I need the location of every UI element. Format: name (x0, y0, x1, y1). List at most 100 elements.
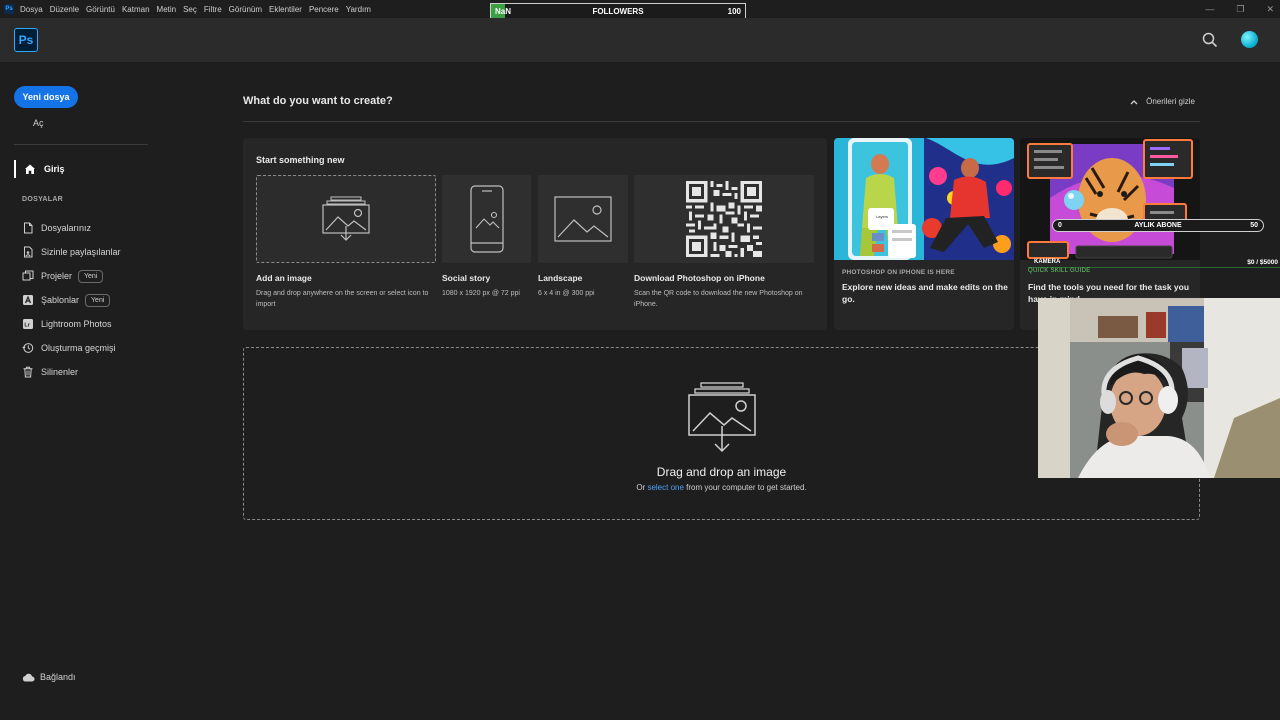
qr-code-icon (686, 181, 762, 257)
drop-zone-prefix: Or (636, 483, 646, 492)
add-image-thumb[interactable] (256, 175, 436, 263)
menu-layer[interactable]: Katman (122, 5, 150, 14)
menu-filter[interactable]: Filtre (204, 5, 222, 14)
sidebar-item-label: Lightroom Photos (41, 319, 112, 329)
sidebar-item-shared[interactable]: Sizinle paylaşılanlar (22, 240, 121, 264)
sidebar-item-deleted[interactable]: Silinenler (22, 360, 121, 384)
sidebar-item-history[interactable]: Oluşturma geçmişi (22, 336, 121, 360)
import-image-icon (322, 196, 370, 241)
card-description: 6 x 4 in @ 300 ppi (538, 290, 595, 297)
camera-label: KAMERA (1034, 259, 1061, 265)
menu-window[interactable]: Pencere (309, 5, 339, 14)
landscape-card[interactable]: Landscape 6 x 4 in @ 300 ppi (538, 175, 628, 299)
app-header: Ps (0, 18, 1280, 62)
card-title: Add an image (256, 273, 312, 283)
sidebar-item-lightroom[interactable]: Lr Lightroom Photos (22, 312, 121, 336)
menu-type[interactable]: Metin (157, 5, 177, 14)
window-controls: — ❐ ✕ (1205, 0, 1274, 18)
sidebar-item-label: Projeler (41, 271, 73, 281)
maximize-icon[interactable]: ❐ (1236, 4, 1244, 15)
sidebar-item-home[interactable]: Giriş (14, 160, 65, 178)
add-image-card[interactable]: Add an image Drag and drop anywhere on t… (256, 175, 436, 310)
lightroom-icon: Lr (23, 319, 33, 329)
templates-icon (23, 295, 33, 305)
menu-image[interactable]: Görüntü (86, 5, 115, 14)
trash-icon (23, 366, 33, 378)
start-new-title: Start something new (256, 155, 345, 165)
files-nav-list: Dosyalarınız Sizinle paylaşılanlar Proje… (22, 216, 121, 384)
shared-file-icon (24, 246, 33, 258)
sidebar: Yeni dosya Aç Giriş DOSYALAR Dosyalarını… (0, 62, 160, 720)
promo-tag: PHOTOSHOP ON IPHONE IS HERE (842, 269, 955, 276)
webcam-feed (1038, 298, 1280, 478)
sidebar-item-label: Silinenler (41, 367, 79, 377)
sidebar-divider (14, 144, 148, 145)
search-icon[interactable] (1202, 32, 1218, 48)
creative-cloud-avatar-icon[interactable] (1241, 31, 1258, 48)
promo-card-iphone[interactable]: Layers PHOTOSHOP ON IPHONE IS HERE Explo… (834, 138, 1014, 330)
hide-suggestions-button[interactable]: Önerileri gizle (1130, 97, 1195, 106)
menu-help[interactable]: Yardım (346, 5, 371, 14)
photoshop-mini-logo: Ps (4, 4, 14, 14)
card-description: 1080 x 1920 px @ 72 ppi (442, 290, 520, 297)
sidebar-item-your-files[interactable]: Dosyalarınız (22, 216, 121, 240)
menu-file[interactable]: Dosya (20, 5, 43, 14)
sidebar-item-label: Giriş (44, 164, 65, 174)
files-section-label: DOSYALAR (22, 196, 64, 203)
card-title: Social story (442, 273, 491, 283)
social-story-thumb[interactable] (442, 175, 531, 263)
promo-artwork-tiger (1020, 138, 1200, 260)
skill-guide-label: QUICK SKILL GUIDE (1028, 268, 1091, 274)
menu-edit[interactable]: Düzenle (50, 5, 79, 14)
connection-status: Bağlandı (22, 672, 76, 682)
card-description: Drag and drop anywhere on the screen or … (256, 290, 429, 308)
connection-status-label: Bağlandı (40, 672, 76, 682)
sidebar-item-templates[interactable]: Şablonlar Yeni (22, 288, 121, 312)
projects-icon (22, 270, 34, 281)
new-badge: Yeni (78, 269, 104, 283)
page-title: What do you want to create? (243, 95, 393, 107)
minimize-icon[interactable]: — (1205, 4, 1214, 14)
followers-goal: 100 (727, 6, 741, 16)
active-indicator (14, 160, 16, 178)
card-title: Landscape (538, 273, 583, 283)
promo-title: Explore new ideas and make edits on the … (842, 282, 1008, 304)
sidebar-item-label: Oluşturma geçmişi (41, 343, 116, 353)
sidebar-item-projects[interactable]: Projeler Yeni (22, 264, 121, 288)
promo-image-tools (1020, 138, 1200, 260)
history-icon (22, 343, 34, 353)
download-iphone-card[interactable]: Download Photoshop on iPhone Scan the QR… (634, 175, 814, 310)
menu-plugins[interactable]: Eklentiler (269, 5, 302, 14)
social-story-card[interactable]: Social story 1080 x 1920 px @ 72 ppi (442, 175, 531, 299)
drag-drop-image-icon (688, 382, 756, 453)
subscriber-goal-overlay: 0 AYLIK ABONE 50 (1052, 219, 1264, 232)
followers-overlay: NaN FOLLOWERS 100 (490, 3, 746, 19)
qr-thumb[interactable] (634, 175, 814, 263)
select-file-link[interactable]: select one (647, 483, 683, 492)
phone-portrait-icon (469, 185, 504, 253)
card-title: Download Photoshop on iPhone (634, 273, 765, 283)
landscape-thumb[interactable] (538, 175, 628, 263)
hide-suggestions-label: Önerileri gizle (1146, 97, 1195, 106)
card-description: Scan the QR code to download the new Pho… (634, 290, 803, 308)
sidebar-item-label: Dosyalarınız (41, 223, 92, 233)
header-divider (243, 121, 1200, 122)
close-icon[interactable]: ✕ (1266, 4, 1274, 15)
webcam-image (1038, 298, 1280, 478)
photoshop-logo[interactable]: Ps (14, 28, 38, 52)
open-button[interactable]: Aç (33, 118, 44, 128)
start-new-panel: Start something new Add an image Drag an… (243, 138, 827, 330)
home-icon (25, 164, 35, 174)
new-file-button[interactable]: Yeni dosya (14, 86, 78, 108)
drop-zone-suffix: from your computer to get started. (686, 483, 807, 492)
menu-view[interactable]: Görünüm (229, 5, 262, 14)
landscape-image-icon (554, 196, 612, 242)
drop-zone-subtitle: Or select one from your computer to get … (244, 483, 1199, 492)
followers-label: FOLLOWERS (592, 6, 644, 16)
menu-select[interactable]: Seç (183, 5, 197, 14)
sidebar-item-label: Sizinle paylaşılanlar (41, 247, 121, 257)
promo-artwork: Layers (834, 138, 1014, 260)
cloud-icon (22, 673, 35, 681)
chevron-up-icon (1130, 99, 1138, 104)
donation-goal-amount: $0 / $5000 (1247, 259, 1278, 266)
